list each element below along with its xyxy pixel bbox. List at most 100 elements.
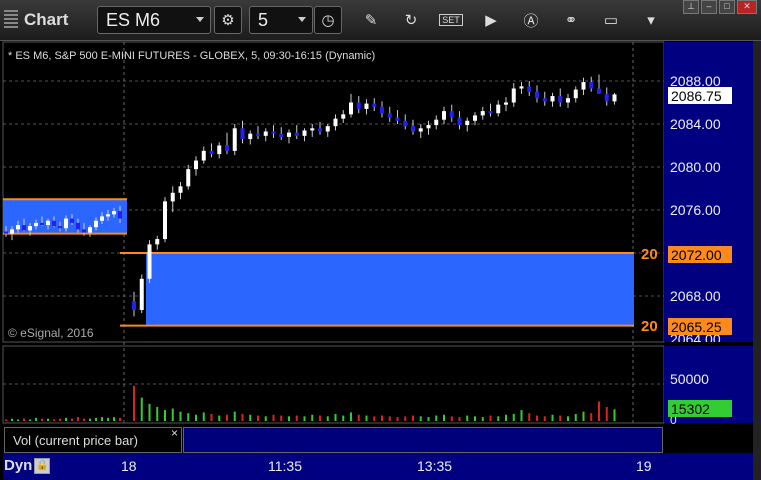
- price-axis-label: 2084.00: [670, 116, 721, 132]
- zone-bottom-tag: 20: [641, 318, 658, 335]
- candle-up: [504, 102, 508, 105]
- candle-down: [256, 133, 260, 136]
- candle-up: [511, 88, 516, 103]
- candle-down: [82, 229, 86, 233]
- candle-down: [70, 218, 74, 223]
- candle-down: [279, 133, 284, 137]
- volume-study-label[interactable]: Vol (current price bar): [4, 427, 182, 453]
- volume-axis-label: 50000: [670, 371, 709, 387]
- dynamic-mode-label: Dyn: [4, 457, 33, 474]
- candle-down: [240, 128, 245, 140]
- candle-down: [380, 106, 384, 114]
- candle-up: [333, 118, 338, 127]
- candle-down: [318, 128, 322, 132]
- candle-up: [100, 216, 104, 221]
- candle-down: [411, 126, 415, 132]
- candle-up: [232, 128, 237, 151]
- candle-down: [294, 132, 299, 136]
- candle-up: [263, 131, 268, 136]
- candle-up: [139, 278, 144, 310]
- candle-up: [34, 222, 38, 227]
- candle-up: [465, 120, 470, 126]
- current-price-badge: 2086.75: [668, 87, 732, 104]
- candle-up: [217, 145, 222, 155]
- lock-icon[interactable]: 🔒: [34, 457, 51, 474]
- dynamic-mode-toggle[interactable]: Dyn 🔒: [4, 457, 51, 474]
- candle-up: [287, 132, 291, 137]
- candle-down: [387, 113, 392, 118]
- candle-up: [163, 201, 167, 240]
- volume-study-bar: [183, 427, 663, 453]
- candle-up: [519, 86, 524, 89]
- candle-up: [473, 115, 477, 121]
- candle-up: [194, 160, 198, 170]
- candle-down: [604, 93, 609, 102]
- candle-down: [457, 117, 462, 126]
- candle-up: [64, 218, 68, 229]
- candle-up: [10, 229, 14, 234]
- candle-up: [349, 102, 353, 115]
- gap-zone: [146, 253, 634, 326]
- candle-up: [88, 227, 92, 233]
- candle-down: [52, 220, 56, 227]
- candle-down: [209, 150, 214, 155]
- time-axis-label: 18: [121, 458, 137, 474]
- zone-bottom-price-badge: 2065.25: [668, 318, 732, 335]
- candle-up: [201, 150, 206, 161]
- price-chart[interactable]: [0, 0, 761, 480]
- candle-down: [225, 145, 229, 151]
- copyright-text: © eSignal, 2016: [8, 326, 94, 340]
- candle-up: [16, 225, 20, 230]
- chart-window: Chart ES M6 ⚙ 5 ◷ ✎ ↻ SET ▶ Ⓐ ⚭ ▭ ▾ ⊥ – …: [0, 0, 761, 480]
- price-axis-label: 2068.00: [670, 288, 721, 304]
- candle-up: [302, 130, 307, 136]
- candle-down: [395, 117, 400, 121]
- candle-up: [480, 111, 485, 116]
- candle-down: [76, 222, 80, 230]
- time-axis-label: 11:35: [268, 458, 302, 474]
- candle-down: [58, 226, 62, 229]
- volume-bars: [5, 385, 616, 421]
- candle-up: [106, 214, 110, 217]
- candle-down: [403, 120, 408, 127]
- candle-up: [325, 126, 330, 132]
- candle-up: [496, 104, 501, 114]
- price-axis-label: 2076.00: [670, 202, 721, 218]
- candle-down: [271, 131, 276, 134]
- price-axis-label: 2080.00: [670, 159, 721, 175]
- candle-down: [132, 301, 136, 310]
- candle-down: [488, 111, 493, 114]
- candle-up: [573, 89, 578, 99]
- candle-up: [170, 192, 175, 202]
- time-axis-label: 19: [636, 458, 652, 474]
- candle-up: [566, 98, 570, 103]
- right-edge: [753, 41, 761, 480]
- candle-up: [612, 94, 617, 102]
- candle-down: [118, 211, 122, 219]
- candle-down: [4, 231, 8, 234]
- candle-up: [155, 239, 160, 245]
- candle-up: [112, 211, 116, 215]
- chart-title: * ES M6, S&P 500 E-MINI FUTURES - GLOBEX…: [8, 50, 376, 62]
- zone-top-price-badge: 2072.00: [668, 246, 732, 263]
- candle-down: [22, 225, 26, 231]
- zone-top-tag: 20: [641, 246, 658, 263]
- candle-up: [434, 119, 439, 126]
- candle-up: [178, 186, 183, 193]
- candle-down: [589, 82, 594, 89]
- close-icon[interactable]: ×: [171, 426, 178, 440]
- candle-down: [558, 96, 563, 103]
- candle-up: [426, 125, 431, 129]
- time-axis-label: 13:35: [417, 458, 453, 474]
- candle-up: [418, 128, 423, 132]
- candle-up: [248, 133, 253, 140]
- candle-down: [535, 91, 539, 99]
- candle-up: [310, 128, 315, 131]
- candle-down: [597, 88, 601, 94]
- candle-down: [542, 98, 547, 102]
- candle-up: [341, 114, 346, 119]
- candle-down: [372, 103, 377, 107]
- candle-up: [581, 82, 586, 90]
- candle-up: [94, 220, 98, 228]
- candle-down: [40, 222, 44, 226]
